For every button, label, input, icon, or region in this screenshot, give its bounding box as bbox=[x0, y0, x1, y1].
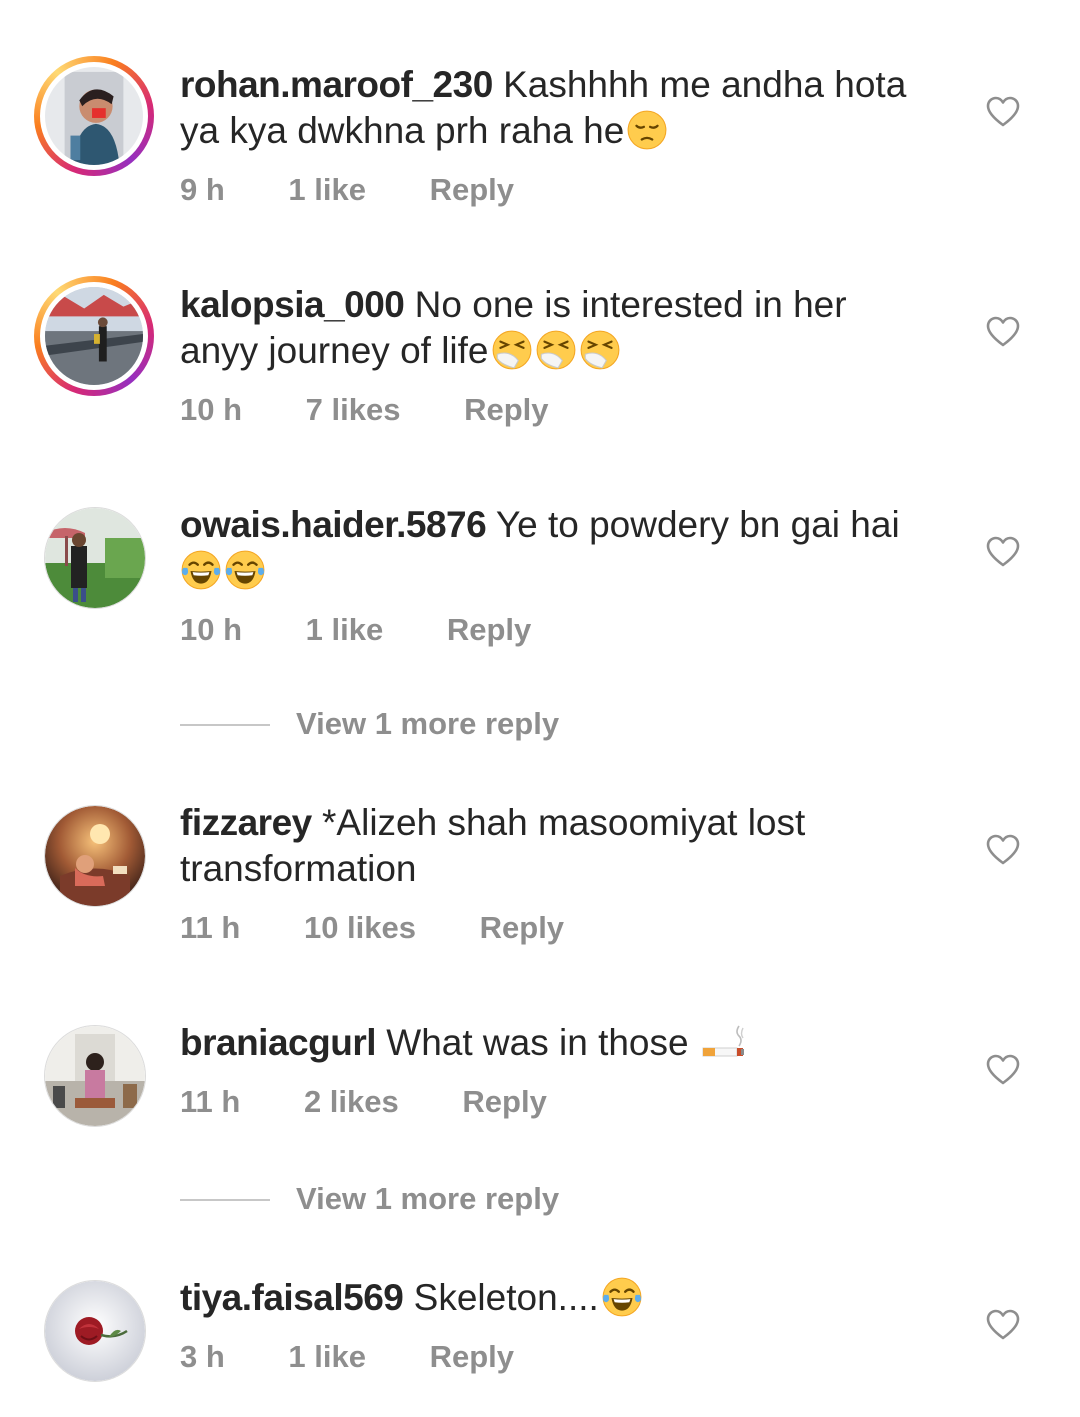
comment-time: 9 h bbox=[180, 172, 225, 207]
reply-button[interactable]: Reply bbox=[480, 910, 564, 946]
heart-icon[interactable] bbox=[986, 1054, 1020, 1086]
comment-time: 11 h bbox=[180, 910, 241, 945]
sneezing-face-icon bbox=[535, 329, 577, 371]
comment-time: 10 h bbox=[180, 612, 243, 647]
comment-meta: 3 h 1 like Reply bbox=[180, 1339, 514, 1375]
divider-line bbox=[180, 1199, 270, 1201]
pensive-face-icon bbox=[626, 109, 668, 151]
comment-item: rohan.maroof_230 Kashhhh me andha hota y… bbox=[0, 0, 1080, 230]
tears-of-joy-face-icon bbox=[180, 549, 222, 591]
comment-meta: 11 h 10 likes Reply bbox=[180, 910, 564, 946]
avatar[interactable] bbox=[34, 56, 154, 176]
comment-body-line2: anyy journey of life bbox=[180, 330, 489, 371]
comment-likes[interactable]: 1 like bbox=[306, 612, 384, 648]
comment-username[interactable]: fizzarey bbox=[180, 802, 312, 843]
comment-text: rohan.maroof_230 Kashhhh me andha hota y… bbox=[180, 62, 940, 154]
comment-body: Ye to powdery bn gai hai bbox=[495, 504, 900, 545]
comment-likes[interactable]: 1 like bbox=[288, 1339, 366, 1375]
comment-username[interactable]: kalopsia_000 bbox=[180, 284, 405, 325]
reply-button[interactable]: Reply bbox=[447, 612, 531, 648]
comment-username[interactable]: owais.haider.5876 bbox=[180, 504, 487, 545]
cigarette-icon bbox=[701, 1021, 751, 1063]
comment-username[interactable]: rohan.maroof_230 bbox=[180, 64, 493, 105]
comment-likes[interactable]: 1 like bbox=[288, 172, 366, 208]
avatar[interactable] bbox=[44, 507, 146, 609]
comment-text: braniacgurl What was in those bbox=[180, 1020, 940, 1066]
avatar-image-icon bbox=[45, 1026, 145, 1126]
comment-meta: 10 h 1 like Reply bbox=[180, 612, 531, 648]
avatar-image-icon bbox=[45, 508, 145, 608]
comment-body: Kashhhh me andha hota bbox=[503, 64, 907, 105]
comment-likes[interactable]: 7 likes bbox=[306, 392, 401, 428]
reply-button[interactable]: Reply bbox=[462, 1084, 546, 1120]
reply-button[interactable]: Reply bbox=[464, 392, 548, 428]
comment-text: fizzarey *Alizeh shah masoomiyat lost tr… bbox=[180, 800, 940, 892]
comment-item: tiya.faisal569 Skeleton.... 3 h 1 like R… bbox=[0, 0, 1080, 1382]
comment-body: What was in those bbox=[386, 1022, 689, 1063]
comment-likes[interactable]: 2 likes bbox=[304, 1084, 399, 1120]
comment-meta: 10 h 7 likes Reply bbox=[180, 392, 549, 428]
reply-button[interactable]: Reply bbox=[430, 172, 514, 208]
comment-username[interactable]: braniacgurl bbox=[180, 1022, 377, 1063]
comment-body: *Alizeh shah masoomiyat lost bbox=[322, 802, 806, 843]
heart-icon[interactable] bbox=[986, 316, 1020, 348]
comment-body: Skeleton.... bbox=[413, 1277, 599, 1318]
comment-text: kalopsia_000 No one is interested in her… bbox=[180, 282, 940, 374]
reply-button[interactable]: Reply bbox=[430, 1339, 514, 1375]
heart-icon[interactable] bbox=[986, 834, 1020, 866]
tears-of-joy-face-icon bbox=[601, 1276, 643, 1318]
sneezing-face-icon bbox=[491, 329, 533, 371]
comment-time: 11 h bbox=[180, 1084, 241, 1119]
avatar[interactable] bbox=[34, 276, 154, 396]
comment-body: No one is interested in her bbox=[414, 284, 847, 325]
avatar-image-icon bbox=[45, 67, 143, 165]
comment-time: 10 h bbox=[180, 392, 243, 427]
divider-line bbox=[180, 724, 270, 726]
comment-likes[interactable]: 10 likes bbox=[304, 910, 416, 946]
avatar[interactable] bbox=[44, 1280, 146, 1382]
avatar[interactable] bbox=[44, 805, 146, 907]
heart-icon[interactable] bbox=[986, 96, 1020, 128]
view-more-replies-label: View 1 more reply bbox=[296, 1181, 560, 1216]
avatar-image-icon bbox=[45, 287, 143, 385]
tears-of-joy-face-icon bbox=[224, 549, 266, 591]
comment-meta: 9 h 1 like Reply bbox=[180, 172, 514, 208]
heart-icon[interactable] bbox=[986, 536, 1020, 568]
comment-body-line2: transformation bbox=[180, 848, 417, 889]
comment-meta: 11 h 2 likes Reply bbox=[180, 1084, 547, 1120]
avatar[interactable] bbox=[44, 1025, 146, 1127]
sneezing-face-icon bbox=[579, 329, 621, 371]
heart-icon[interactable] bbox=[986, 1309, 1020, 1341]
avatar-image-icon bbox=[45, 1281, 145, 1381]
view-more-replies-label: View 1 more reply bbox=[296, 706, 560, 741]
comment-username[interactable]: tiya.faisal569 bbox=[180, 1277, 404, 1318]
avatar-image-icon bbox=[45, 806, 145, 906]
comment-text: tiya.faisal569 Skeleton.... bbox=[180, 1275, 940, 1321]
comment-body-line2: ya kya dwkhna prh raha he bbox=[180, 110, 625, 151]
comment-text: owais.haider.5876 Ye to powdery bn gai h… bbox=[180, 502, 940, 594]
comment-time: 3 h bbox=[180, 1339, 225, 1374]
